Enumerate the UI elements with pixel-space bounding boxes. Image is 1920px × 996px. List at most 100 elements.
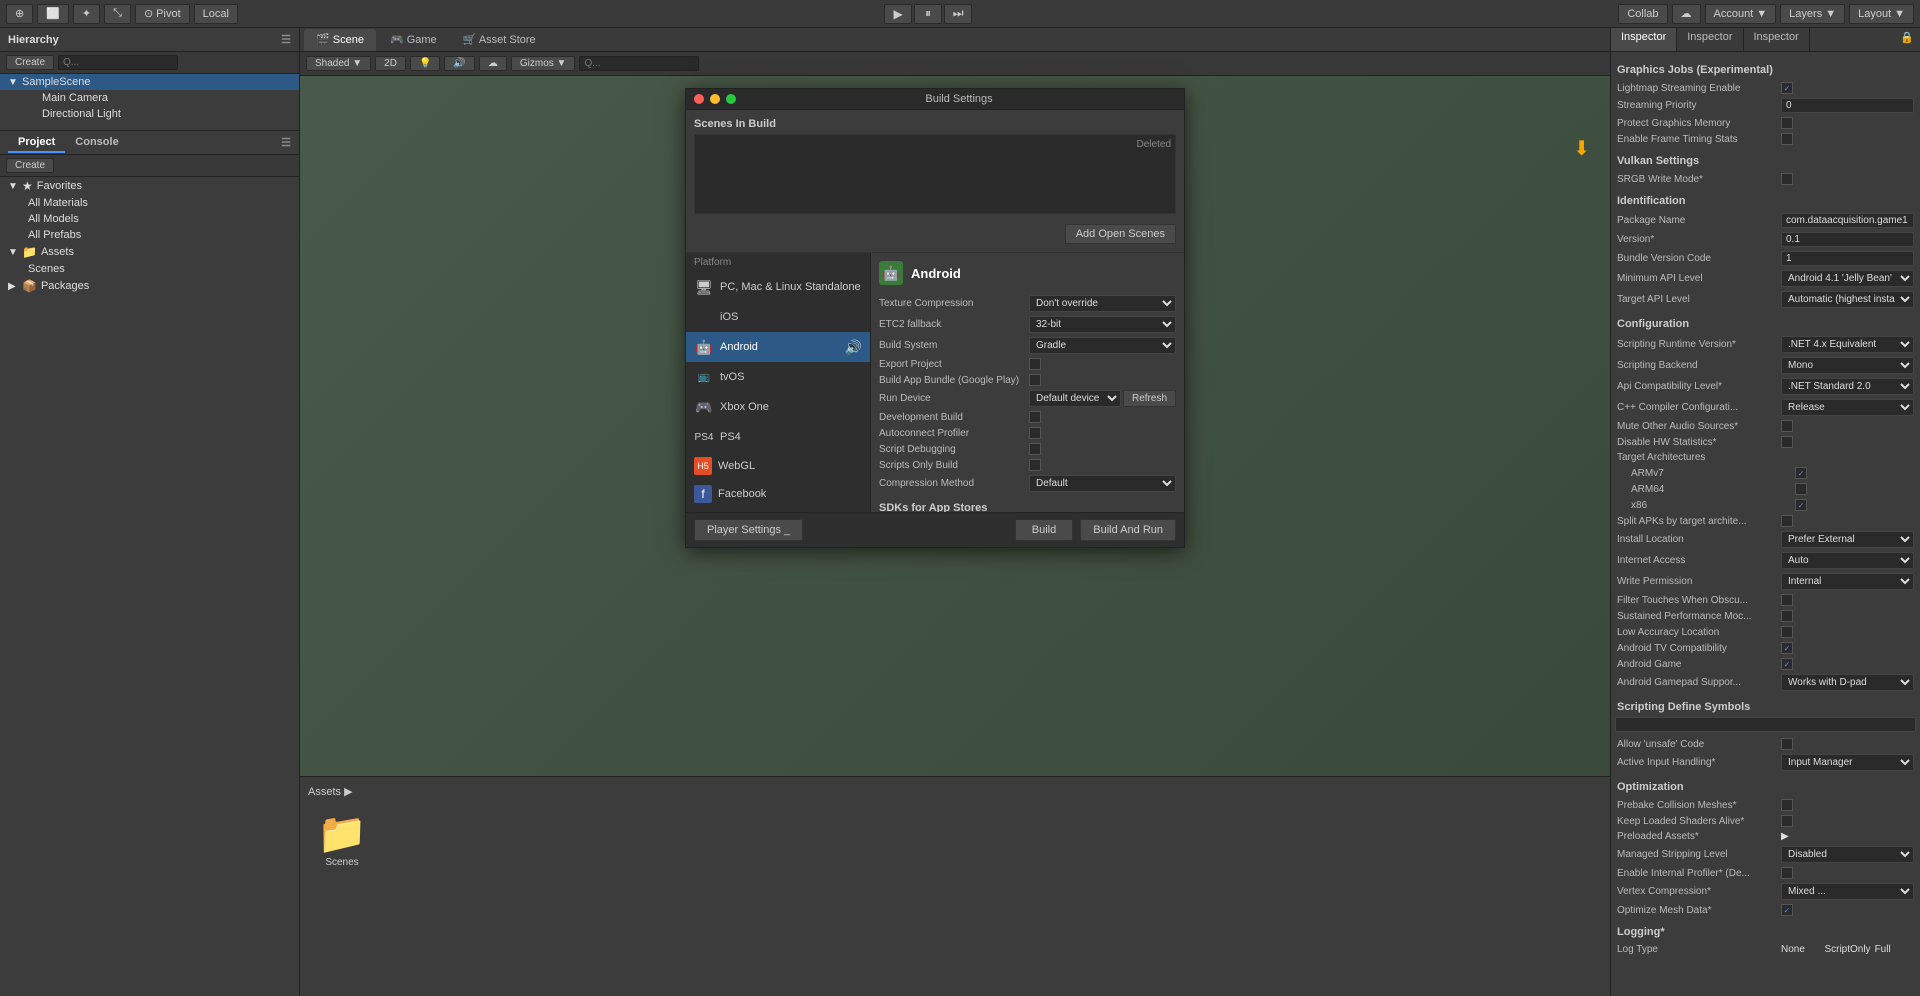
2d-button[interactable]: 2D — [375, 56, 406, 71]
managed-stripping-select[interactable]: Disabled — [1781, 846, 1914, 863]
version-input[interactable] — [1781, 232, 1914, 247]
dialog-minimize-dot[interactable] — [710, 94, 720, 104]
arm64-checkbox[interactable] — [1795, 483, 1807, 495]
x86-checkbox[interactable] — [1795, 499, 1807, 511]
build-system-select[interactable]: Gradle — [1029, 337, 1176, 354]
scale-tool[interactable]: ⤡ — [104, 4, 131, 24]
hierarchy-search-input[interactable] — [58, 55, 178, 70]
dialog-maximize-dot[interactable] — [726, 94, 736, 104]
hierarchy-item-directional-light[interactable]: Directional Light — [0, 106, 299, 122]
add-open-scenes-button[interactable]: Add Open Scenes — [1065, 224, 1176, 244]
refresh-button[interactable]: Refresh — [1123, 390, 1176, 407]
play-button[interactable]: ▶ — [884, 4, 912, 24]
android-game-checkbox[interactable] — [1781, 658, 1793, 670]
android-gamepad-select[interactable]: Works with D-pad — [1781, 674, 1914, 691]
layers-button[interactable]: Layers ▼ — [1780, 4, 1845, 24]
sound-button[interactable]: 🔊 — [444, 56, 474, 71]
streaming-priority-input[interactable] — [1781, 98, 1914, 113]
collab-button[interactable]: Collab — [1618, 4, 1667, 24]
light-button[interactable]: 💡 — [410, 56, 440, 71]
platform-item-xbox[interactable]: 🎮 Xbox One — [686, 392, 870, 422]
texture-compression-select[interactable]: Don't override — [1029, 295, 1176, 312]
inspector-lock-icon[interactable]: 🔒 — [1894, 28, 1920, 51]
scenes-folder-item[interactable]: Scenes — [0, 261, 299, 277]
vertex-compression-select[interactable]: Mixed ... — [1781, 883, 1914, 900]
scripting-runtime-select[interactable]: .NET 4.x Equivalent — [1781, 336, 1914, 353]
write-permission-select[interactable]: Internal — [1781, 573, 1914, 590]
android-tv-checkbox[interactable] — [1781, 642, 1793, 654]
favorites-item[interactable]: ▼ ★ Favorites — [0, 177, 299, 195]
autoconnect-profiler-checkbox[interactable] — [1029, 427, 1041, 439]
mute-audio-checkbox[interactable] — [1781, 420, 1793, 432]
min-api-select[interactable]: Android 4.1 'Jelly Bean' (API level 16) — [1781, 270, 1914, 287]
etc2-fallback-select[interactable]: 32-bit — [1029, 316, 1176, 333]
frame-timing-checkbox[interactable] — [1781, 133, 1793, 145]
tab-inspector-2[interactable]: Inspector — [1677, 28, 1743, 51]
tab-project[interactable]: Project — [8, 133, 65, 153]
protect-graphics-checkbox[interactable] — [1781, 117, 1793, 129]
scenes-asset-item[interactable]: 📁 Scenes — [312, 810, 372, 868]
build-and-run-button[interactable]: Build And Run — [1080, 519, 1176, 541]
cpp-compiler-select[interactable]: Release — [1781, 399, 1914, 416]
tab-console[interactable]: Console — [65, 133, 128, 153]
hierarchy-create-button[interactable]: Create — [6, 55, 54, 70]
script-debugging-checkbox[interactable] — [1029, 443, 1041, 455]
all-prefabs-item[interactable]: All Prefabs — [0, 227, 299, 243]
tab-inspector-3[interactable]: Inspector — [1744, 28, 1810, 51]
skybox-button[interactable]: ☁ — [479, 56, 507, 71]
tab-inspector-1[interactable]: Inspector — [1611, 28, 1677, 51]
scripting-symbols-input[interactable] — [1615, 717, 1916, 732]
platform-item-webgl[interactable]: H5 WebGL — [686, 452, 870, 480]
gizmos-button[interactable]: Gizmos ▼ — [511, 56, 576, 71]
export-project-checkbox[interactable] — [1029, 358, 1041, 370]
platform-item-tvos[interactable]: 📺 tvOS — [686, 362, 870, 392]
filter-touches-checkbox[interactable] — [1781, 594, 1793, 606]
lightmap-checkbox[interactable] — [1781, 82, 1793, 94]
enable-internal-profiler-checkbox[interactable] — [1781, 867, 1793, 879]
hierarchy-item-samplescene[interactable]: ▼ SampleScene — [0, 74, 299, 90]
move-tool[interactable]: ✦ — [73, 4, 100, 24]
run-device-select[interactable]: Default device — [1029, 390, 1121, 407]
build-button[interactable]: Build — [1015, 519, 1073, 541]
dialog-close-dot[interactable] — [694, 94, 704, 104]
account-button[interactable]: Account ▼ — [1705, 4, 1777, 24]
internet-access-select[interactable]: Auto — [1781, 552, 1914, 569]
platform-item-facebook[interactable]: f Facebook — [686, 480, 870, 508]
low-accuracy-checkbox[interactable] — [1781, 626, 1793, 638]
sustained-perf-checkbox[interactable] — [1781, 610, 1793, 622]
all-materials-item[interactable]: All Materials — [0, 195, 299, 211]
armv7-checkbox[interactable] — [1795, 467, 1807, 479]
step-button[interactable]: ⏭ — [944, 4, 972, 24]
allow-unsafe-checkbox[interactable] — [1781, 738, 1793, 750]
packages-folder-item[interactable]: ▶ 📦 Packages — [0, 277, 299, 295]
build-app-bundle-checkbox[interactable] — [1029, 374, 1041, 386]
platform-item-ios[interactable]: iOS — [686, 302, 870, 332]
optimize-mesh-checkbox[interactable] — [1781, 904, 1793, 916]
shaded-button[interactable]: Shaded ▼ — [306, 56, 371, 71]
platform-item-ps4[interactable]: PS4 PS4 — [686, 422, 870, 452]
pivot-button[interactable]: ⊙ Pivot — [135, 4, 190, 24]
prebake-checkbox[interactable] — [1781, 799, 1793, 811]
active-input-select[interactable]: Input Manager — [1781, 754, 1914, 771]
tab-game[interactable]: 🎮 Game — [378, 29, 449, 51]
platform-item-android[interactable]: 🤖 Android 🔊 — [686, 332, 870, 362]
platform-item-pc[interactable]: 🖥 PC, Mac & Linux Standalone — [686, 272, 870, 302]
install-location-select[interactable]: Prefer External — [1781, 531, 1914, 548]
tab-scene[interactable]: 🎬 Scene — [304, 29, 376, 51]
compression-method-select[interactable]: Default — [1029, 475, 1176, 492]
rect-tool[interactable]: ⬜ — [37, 4, 69, 24]
split-apks-checkbox[interactable] — [1781, 515, 1793, 527]
scene-search-input[interactable] — [579, 56, 699, 71]
disable-hw-stats-checkbox[interactable] — [1781, 436, 1793, 448]
player-settings-button[interactable]: Player Settings _ — [694, 519, 803, 541]
scripting-backend-select[interactable]: Mono — [1781, 357, 1914, 374]
package-name-input[interactable] — [1781, 213, 1914, 228]
local-button[interactable]: Local — [194, 4, 238, 24]
all-models-item[interactable]: All Models — [0, 211, 299, 227]
target-api-select[interactable]: Automatic (highest installed) — [1781, 291, 1914, 308]
assets-folder-item[interactable]: ▼ 📁 Assets — [0, 243, 299, 261]
pause-button[interactable]: ⏸ — [914, 4, 942, 24]
keep-shaders-checkbox[interactable] — [1781, 815, 1793, 827]
tab-asset-store[interactable]: 🛒 Asset Store — [451, 29, 548, 51]
srgb-checkbox[interactable] — [1781, 173, 1793, 185]
